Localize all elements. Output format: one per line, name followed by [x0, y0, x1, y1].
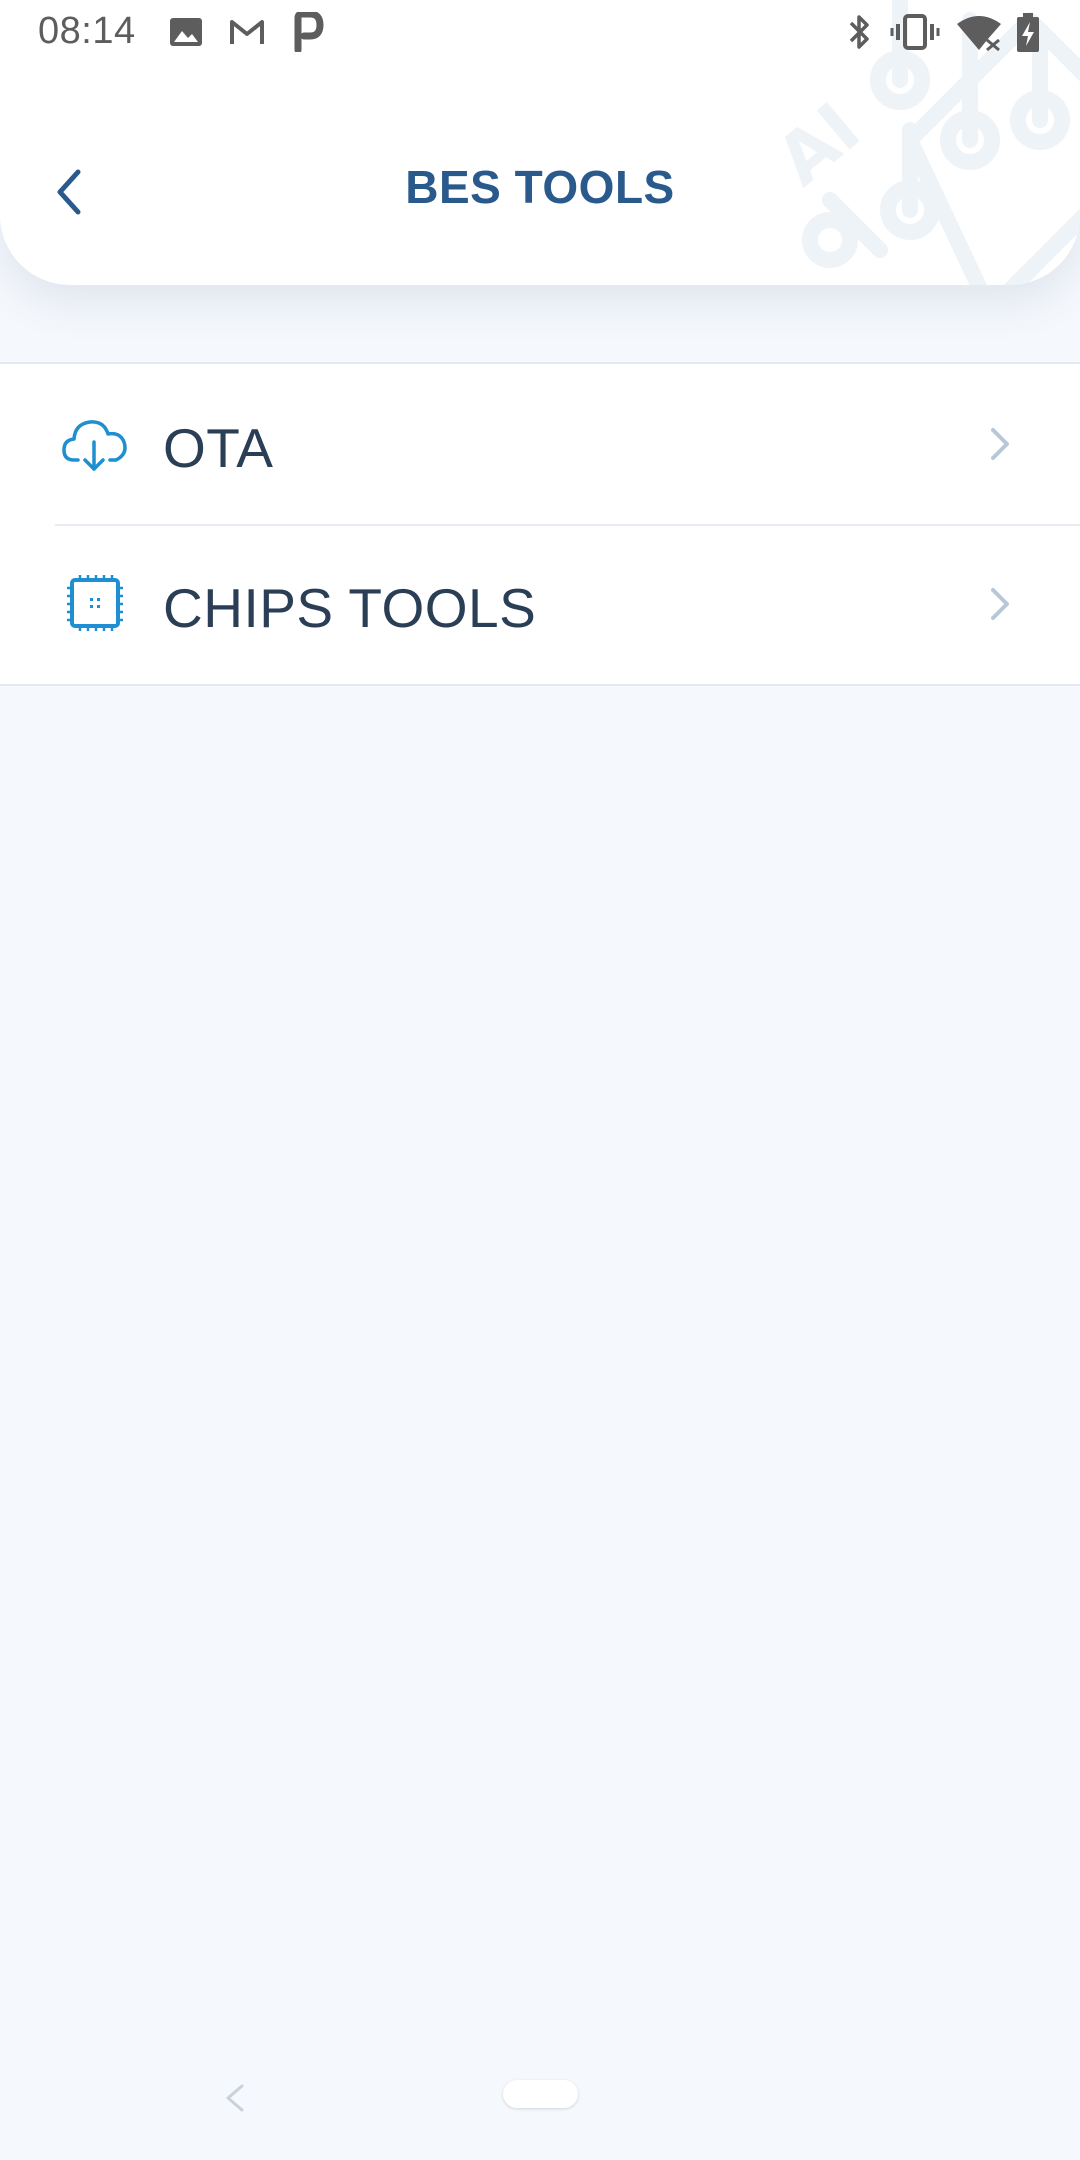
- menu-item-label: OTA: [163, 417, 274, 479]
- menu-list: OTA CHIPS TOOLS: [0, 362, 1080, 686]
- gmail-icon: [230, 20, 264, 44]
- wifi-no-internet-icon: [957, 16, 1001, 52]
- chevron-right-icon: [991, 428, 1009, 460]
- bluetooth-icon: [849, 15, 869, 49]
- menu-item-ota[interactable]: OTA: [0, 364, 1080, 524]
- cloud-download-icon: [62, 420, 127, 471]
- menu-item-chips-tools[interactable]: CHIPS TOOLS: [0, 524, 1080, 684]
- parking-icon: [294, 12, 324, 52]
- status-time: 08:14: [38, 10, 136, 52]
- vibrate-icon: [890, 14, 940, 50]
- chevron-right-icon: [991, 588, 1009, 620]
- chip-icon: [67, 575, 123, 631]
- image-icon: [170, 18, 202, 46]
- menu-item-label: CHIPS TOOLS: [163, 577, 537, 639]
- battery-charging-icon: [1017, 13, 1039, 52]
- nav-back-icon[interactable]: [222, 2080, 248, 2116]
- screen: AI 08:14 BES TOOLS OTA CHIPS TOOLS: [0, 0, 1080, 2160]
- nav-home-pill[interactable]: [503, 2080, 578, 2108]
- page-title: BES TOOLS: [405, 161, 675, 213]
- status-bar: 08:14: [0, 0, 1080, 66]
